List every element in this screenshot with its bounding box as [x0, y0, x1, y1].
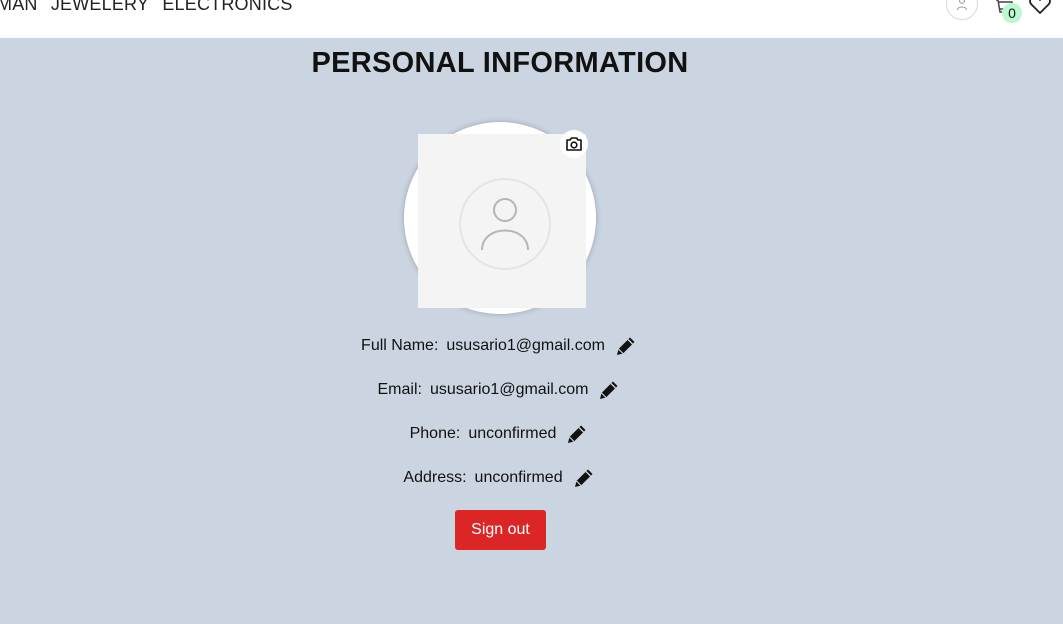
field-label: Email:	[377, 381, 422, 398]
field-value: ususario1@gmail.com	[446, 337, 605, 354]
pencil-icon[interactable]	[564, 421, 590, 447]
field-row-email: Email: ususario1@gmail.com	[0, 375, 1000, 405]
user-icon	[957, 0, 967, 11]
category-nav: MAN JEWELERY ELECTRONICS	[0, 0, 301, 15]
field-value: ususario1@gmail.com	[429, 381, 589, 398]
nav-link-man[interactable]: MAN	[0, 0, 38, 14]
pencil-icon[interactable]	[596, 377, 622, 403]
field-label: Full Name:	[361, 337, 439, 354]
cart-count-badge: 0	[1002, 3, 1022, 23]
sign-out-button[interactable]: Sign out	[455, 510, 546, 550]
user-account-button[interactable]	[946, 0, 978, 20]
camera-icon	[566, 137, 582, 151]
user-placeholder-icon	[418, 134, 586, 308]
change-photo-button[interactable]	[560, 130, 588, 158]
nav-link-electronics[interactable]: ELECTRONICS	[162, 0, 292, 14]
page-title: PERSONAL INFORMATION	[311, 47, 689, 79]
nav-link-jewelery[interactable]: JEWELERY	[51, 0, 149, 14]
field-value: unconfirmed	[468, 425, 557, 442]
field-label: Address:	[403, 469, 467, 486]
heart-icon[interactable]	[1028, 0, 1052, 16]
field-row-address: Address: unconfirmed	[0, 463, 1000, 493]
field-row-phone: Phone: unconfirmed	[0, 419, 1000, 449]
top-navbar: MAN JEWELERY ELECTRONICS 0	[0, 0, 1063, 38]
field-value: unconfirmed	[474, 469, 563, 486]
field-label: Phone:	[409, 425, 461, 442]
pencil-icon[interactable]	[613, 333, 639, 359]
pencil-icon[interactable]	[571, 465, 597, 491]
field-row-full-name: Full Name: ususario1@gmail.com	[0, 331, 1000, 361]
